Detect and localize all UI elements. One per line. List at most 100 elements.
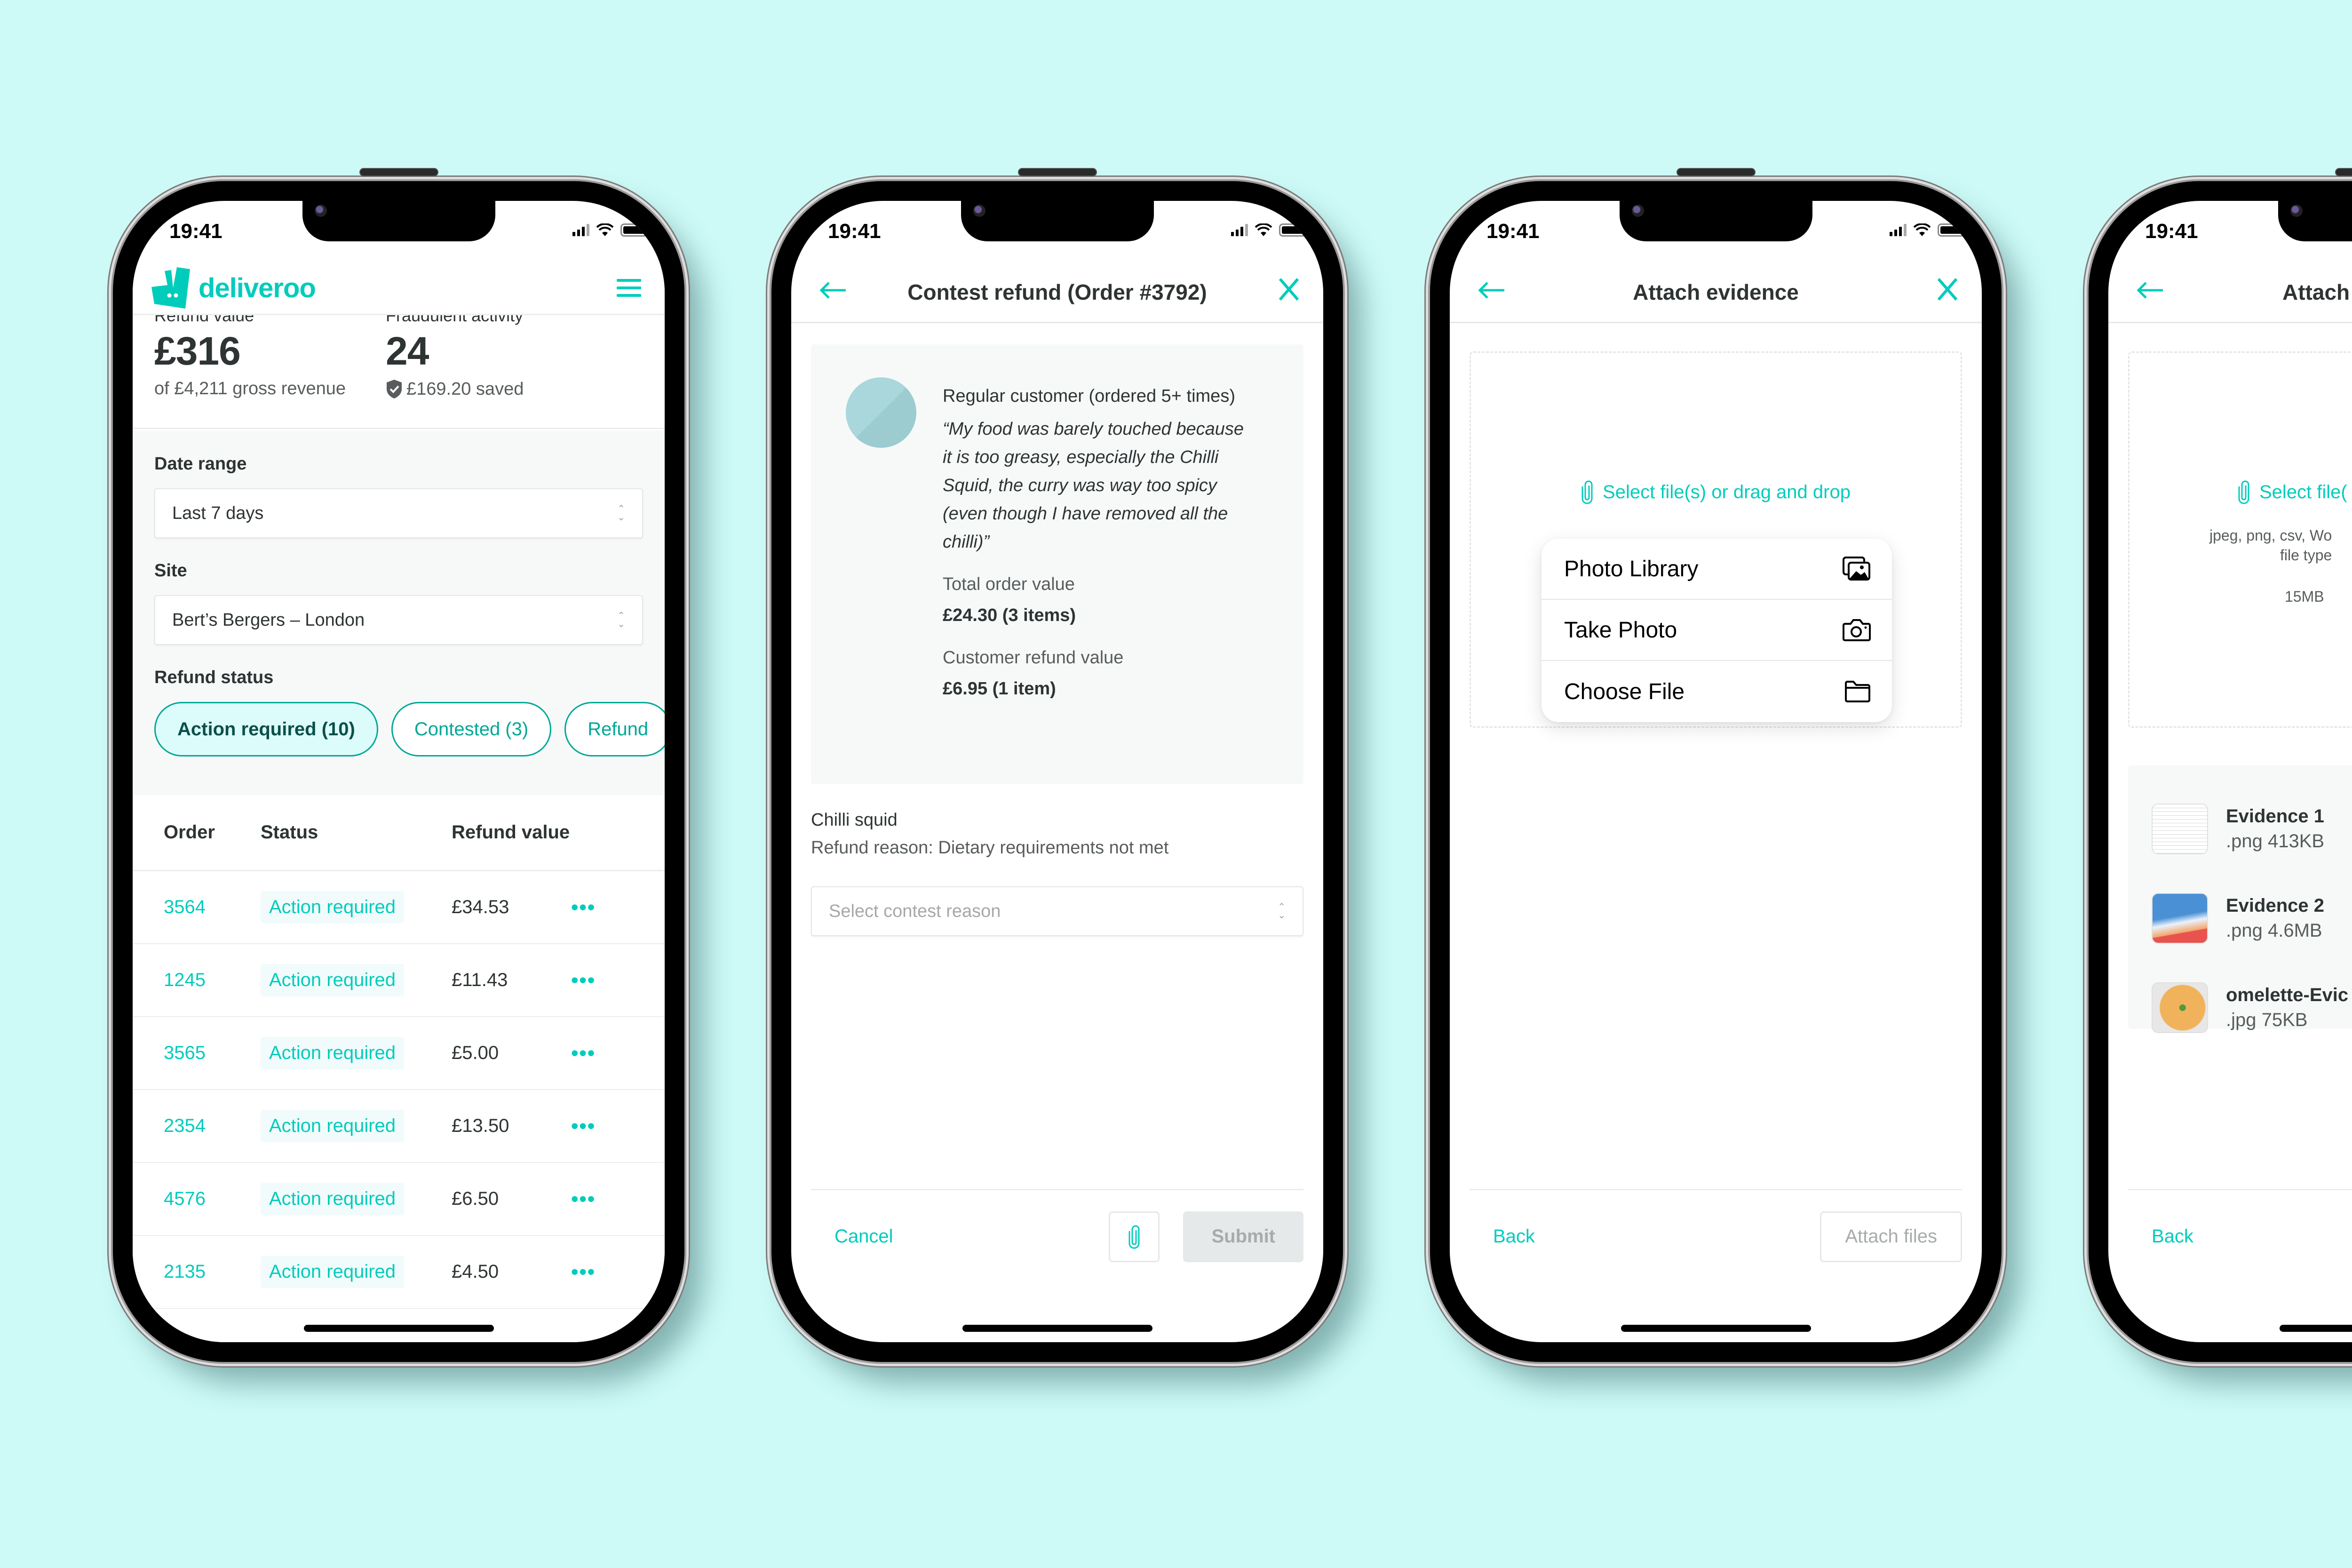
page-title: Attach evidence [1633, 279, 1799, 304]
camera-icon [1843, 619, 1871, 641]
file-dropzone[interactable]: Select file(s) or drag and drop Photo Li… [1470, 351, 1962, 728]
select-files-link[interactable]: Select file( [2130, 480, 2352, 504]
order-link[interactable]: 3564 [164, 897, 261, 918]
status-time: 19:41 [169, 220, 222, 243]
order-link[interactable]: 2354 [164, 1115, 261, 1137]
metric-label: Fraudulent activity [386, 314, 524, 325]
menu-item-take-photo[interactable]: Take Photo [1542, 600, 1892, 661]
site-select[interactable]: Bert’s Bergers – London ⌃ ⌄ [154, 595, 643, 645]
order-link[interactable]: 1245 [164, 970, 261, 991]
home-indicator [303, 1325, 494, 1332]
file-item[interactable]: Evidence 2 .png 4.6MB [2152, 874, 2352, 963]
menu-item-choose-file[interactable]: Choose File [1542, 661, 1892, 722]
chip-refunded[interactable]: Refund [564, 702, 665, 756]
column-order: Order [164, 822, 215, 843]
earpiece-speaker [1017, 168, 1097, 176]
refund-value: £6.50 [452, 1188, 499, 1209]
more-horizontal-icon[interactable]: ••• [571, 969, 596, 992]
close-icon[interactable] [1277, 276, 1301, 302]
table-row[interactable]: 3564 Action required £34.53 ••• [133, 871, 665, 944]
wallpaper-thumbnail [2152, 893, 2208, 944]
table-row[interactable]: 4576 Action required £6.50 ••• [133, 1163, 665, 1236]
order-link[interactable]: 3565 [164, 1043, 261, 1064]
refund-reason: Refund reason: Dietary requirements not … [811, 838, 1169, 858]
chip-action-required[interactable]: Action required (10) [154, 702, 378, 756]
table-row[interactable]: 3565 Action required £5.00 ••• [133, 1017, 665, 1090]
attach-files-button[interactable]: Attach files [1820, 1211, 1962, 1262]
app-header: deliveroo [133, 262, 665, 314]
back-button[interactable]: Back [2152, 1226, 2193, 1247]
refund-value: £34.53 [452, 897, 509, 917]
file-item[interactable]: Evidence 1 .png 413KB [2152, 784, 2352, 874]
wifi-icon [1913, 223, 1931, 236]
column-refund-value: Refund value [452, 822, 570, 843]
status-badge: Action required [261, 1256, 405, 1288]
footer-actions: Back Attach files [1470, 1189, 1962, 1283]
wifi-icon [1255, 223, 1272, 236]
battery-icon [620, 223, 651, 237]
status-badge: Action required [261, 891, 405, 923]
filters-panel: Date range Last 7 days ⌃ ⌄ Site Bert’s Be… [133, 430, 665, 795]
table-row[interactable]: 2354 Action required £13.50 ••• [133, 1090, 665, 1163]
contest-reason-select[interactable]: Select contest reason ⌃ ⌄ [811, 886, 1303, 936]
table-row[interactable]: 2135 Action required £4.50 ••• [133, 1236, 665, 1309]
item-name: Chilli squid [811, 810, 898, 830]
cancel-button[interactable]: Cancel [834, 1226, 893, 1247]
back-button[interactable]: Back [1493, 1226, 1535, 1247]
status-badge: Action required [261, 964, 405, 996]
status-time: 19:41 [828, 220, 881, 243]
menu-item-label: Photo Library [1564, 556, 1699, 581]
order-link[interactable]: 2135 [164, 1261, 261, 1282]
more-horizontal-icon[interactable]: ••• [571, 1187, 596, 1211]
date-range-select[interactable]: Last 7 days ⌃ ⌄ [154, 488, 643, 538]
more-horizontal-icon[interactable]: ••• [571, 896, 596, 919]
menu-item-photo-library[interactable]: Photo Library [1542, 539, 1892, 600]
chevron-updown-icon: ⌃ ⌄ [1278, 902, 1286, 921]
metrics-summary: Refund value £316 of £4,211 gross revenu… [133, 314, 665, 429]
arrow-left-icon[interactable] [1477, 280, 1505, 301]
page-title: Attach [2282, 279, 2350, 304]
more-horizontal-icon[interactable]: ••• [571, 1114, 596, 1138]
phone-dashboard: 19:41 deliveroo Refund value £316 of £4,… [113, 168, 684, 1362]
submit-button[interactable]: Submit [1183, 1211, 1303, 1262]
contest-reason-placeholder: Select contest reason [829, 901, 1001, 921]
nav-header: Attach [2108, 262, 2352, 323]
home-indicator [962, 1325, 1152, 1332]
customer-card: Regular customer (ordered 5+ times) “My … [811, 344, 1303, 784]
paperclip-icon [1128, 1225, 1140, 1249]
file-name: Evidence 2 [2226, 895, 2325, 916]
metric-value: £316 [154, 329, 241, 373]
arrow-left-icon[interactable] [2136, 280, 2164, 301]
select-files-link[interactable]: Select file(s) or drag and drop [1471, 480, 1961, 504]
more-horizontal-icon[interactable]: ••• [571, 1260, 596, 1284]
table-row[interactable]: 1245 Action required £11.43 ••• [133, 944, 665, 1017]
file-size-hint: 15MB [2285, 588, 2324, 605]
attach-button[interactable] [1109, 1211, 1160, 1262]
chip-contested[interactable]: Contested (3) [391, 702, 552, 756]
metric-fraudulent-activity: Fraudulent activity 24 £169.20 saved [386, 315, 524, 428]
deliveroo-logo[interactable]: deliveroo [151, 266, 316, 310]
file-dropzone[interactable]: Select file( jpeg, png, csv, Wo file typ… [2128, 351, 2352, 728]
screen-attach-evidence: 19:41 Attach evidence Select file(s) or … [1450, 201, 1982, 1342]
attach-options-menu: Photo Library Take Photo Choose File [1542, 539, 1892, 722]
signal-icon [1890, 224, 1907, 236]
paperclip-icon [2238, 480, 2249, 504]
signal-icon [1231, 224, 1248, 236]
page-title: Contest refund (Order #3792) [907, 279, 1207, 304]
arrow-left-icon[interactable] [818, 280, 847, 301]
order-link[interactable]: 4576 [164, 1188, 261, 1210]
status-badge: Action required [261, 1183, 405, 1215]
home-indicator [2279, 1325, 2352, 1332]
file-name: Evidence 1 [2226, 806, 2325, 827]
refund-value: £13.50 [452, 1115, 509, 1136]
metric-sub-text: £169.20 saved [406, 379, 524, 399]
refund-status-label: Refund status [154, 668, 274, 687]
customer-avatar [846, 377, 916, 448]
column-status: Status [261, 822, 318, 843]
file-item[interactable]: omelette-Evic .jpg 75KB [2152, 963, 2352, 1052]
metric-value: 24 [386, 329, 429, 373]
more-horizontal-icon[interactable]: ••• [571, 1042, 596, 1065]
home-indicator [1621, 1325, 1811, 1332]
close-icon[interactable] [1936, 276, 1959, 302]
hamburger-icon[interactable] [617, 279, 641, 297]
